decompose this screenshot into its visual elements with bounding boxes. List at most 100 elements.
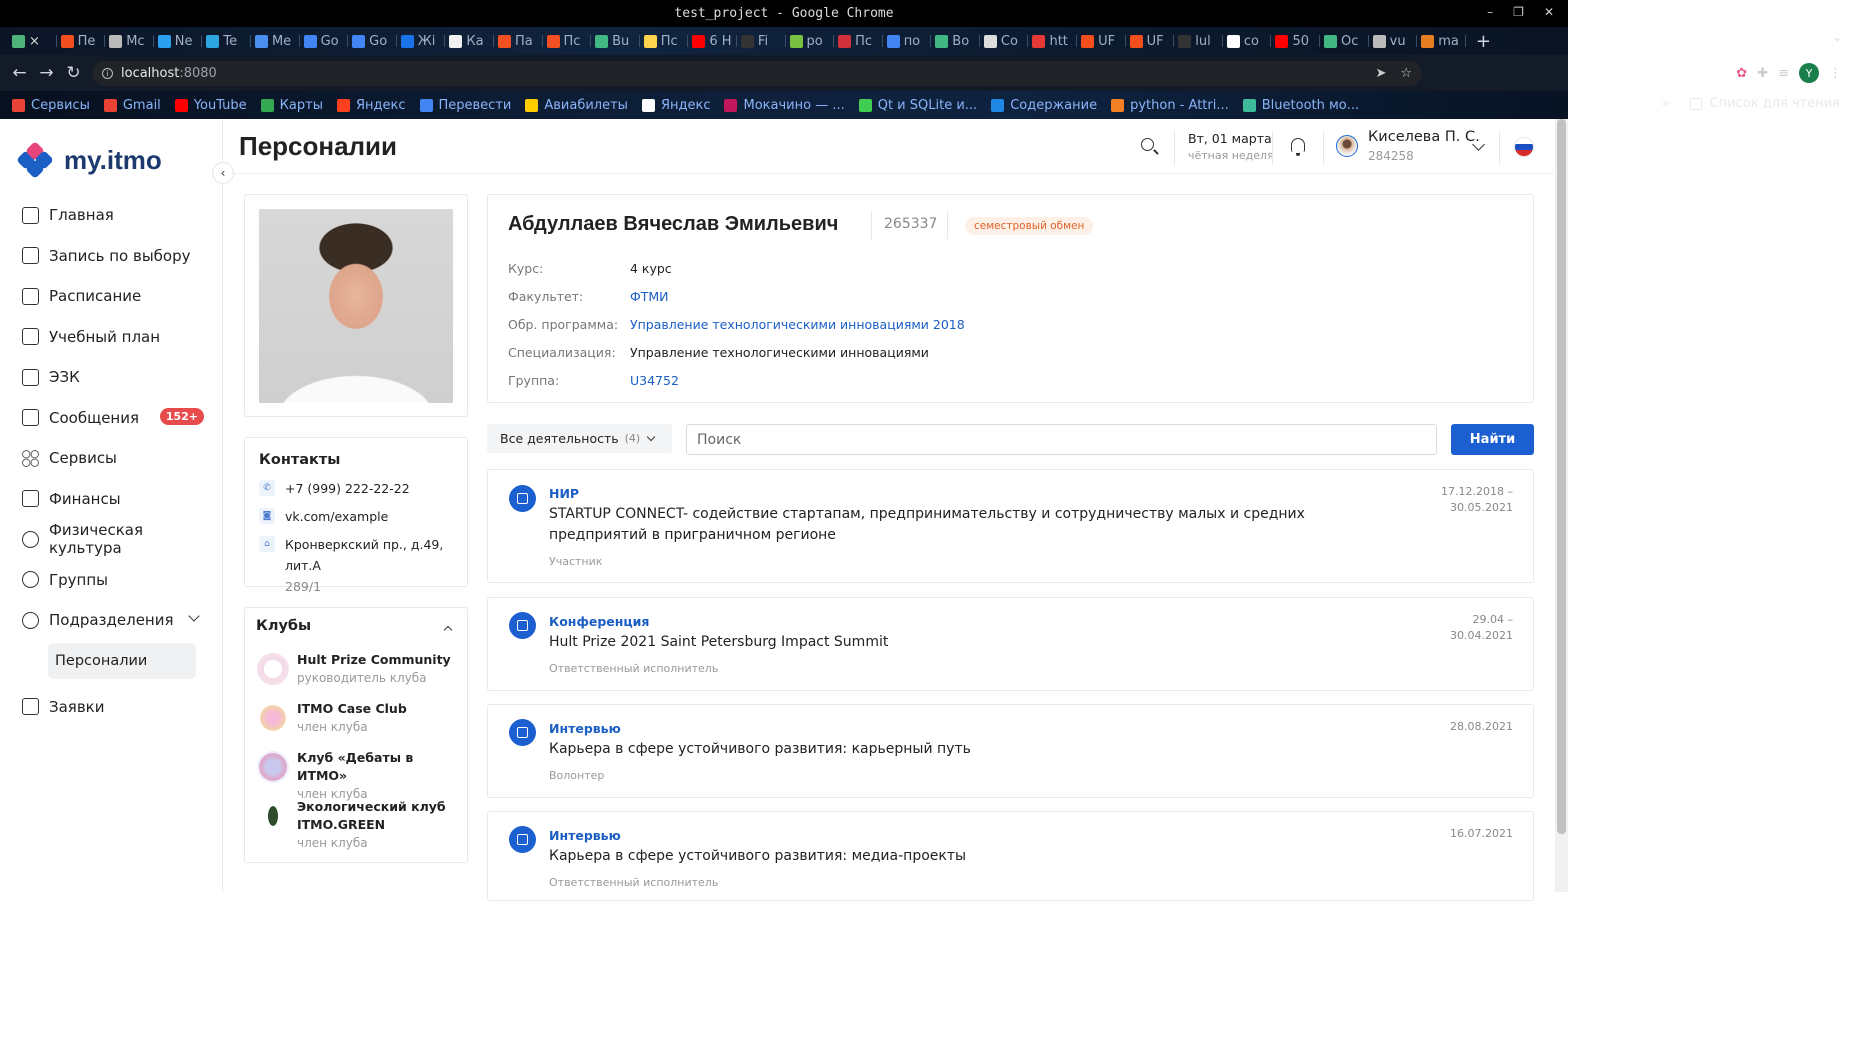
activity-card[interactable]: НИР STARTUP CONNECT- содействие стартапа… [487,469,1534,583]
browser-tab[interactable]: Me [251,29,300,53]
sidebar-collapse-button[interactable]: ‹ [212,162,234,184]
browser-tab[interactable]: Мс [105,29,154,53]
activity-type[interactable]: Интервью [549,721,621,736]
nav-item-finance[interactable]: Финансы [22,479,204,520]
browser-tab[interactable]: ma [1417,29,1466,53]
nav-item-curriculum[interactable]: Учебный план [22,317,204,358]
bookmark-item[interactable]: Яндекс [641,98,725,113]
browser-tab[interactable]: co [1223,29,1272,53]
club-item[interactable]: Клуб «Дебаты в ИТМО» член клуба [257,749,457,803]
nav-item-groups[interactable]: Группы [22,560,204,601]
nav-item-departments[interactable]: Подразделения [22,600,204,641]
browser-tab[interactable]: 50 [1271,29,1320,53]
group-link[interactable]: U34752 [630,373,679,388]
browser-tab[interactable]: по [883,29,932,53]
program-link[interactable]: Управление технологическими инновациями … [630,317,965,332]
bookmark-item[interactable]: Gmail [103,98,175,113]
bookmark-item[interactable]: Авиабилеты [525,98,642,113]
bookmark-item[interactable]: Содержание [991,98,1111,113]
browser-tab[interactable]: Жі [397,29,446,53]
nav-item-elective[interactable]: Запись по выбору [22,236,204,277]
browser-tab[interactable]: Ка [445,29,494,53]
app-logo[interactable]: my.itmo [16,141,162,179]
nav-item-messages[interactable]: Сообщения 152+ [22,398,204,439]
activity-card[interactable]: Интервью Карьера в сфере устойчивого раз… [487,704,1534,798]
activity-type[interactable]: Интервью [549,828,621,843]
browser-tab[interactable]: Пс [543,29,592,53]
browser-tab[interactable]: lul [1174,29,1223,53]
contact-phone[interactable]: ✆ +7 (999) 222-22-22 [259,478,459,499]
bookmark-item[interactable]: YouTube [174,98,261,113]
media-control-icon[interactable]: ≡ [1778,66,1789,81]
browser-tab[interactable]: Go [300,29,349,53]
send-tab-icon[interactable]: ➤ [1375,66,1386,81]
search-input[interactable] [686,424,1437,455]
bookmark-item[interactable]: Перевести [419,98,526,113]
user-name[interactable]: Киселева П. С. [1368,129,1480,145]
browser-tab[interactable]: Пс [834,29,883,53]
club-item[interactable]: Экологический клуб ITMO.GREEN член клуба [257,798,457,852]
avatar[interactable] [1336,135,1358,157]
browser-tab[interactable]: ро [786,29,835,53]
browser-tab[interactable]: UF [1077,29,1126,53]
bookmark-star-icon[interactable]: ☆ [1400,66,1412,81]
chevron-up-icon[interactable] [443,625,453,635]
find-button[interactable]: Найти [1451,424,1534,455]
bookmark-item[interactable]: Мокачино — ... [724,98,858,113]
maximize-button[interactable]: ❐ [1513,5,1524,19]
page-scrollbar[interactable] [1555,119,1568,892]
profile-avatar[interactable]: Y [1799,63,1819,83]
browser-tab[interactable]: Oc [1320,29,1369,53]
browser-tab[interactable]: Go [348,29,397,53]
bookmark-item[interactable]: Яндекс [336,98,420,113]
tab-search-icon[interactable]: ⌄ [1833,31,1842,44]
activity-filter-dropdown[interactable]: Все деятельность (4) [487,424,672,453]
minimize-button[interactable]: – [1487,5,1493,19]
reading-list-button[interactable]: » Список для чтения [1662,96,1840,111]
language-flag-icon[interactable] [1514,137,1534,157]
browser-tab[interactable]: Co [980,29,1029,53]
browser-tab[interactable]: htt [1028,29,1077,53]
bookmark-item[interactable]: Bluetooth мо... [1242,98,1373,113]
bookmark-item[interactable]: python - Attri... [1111,98,1243,113]
back-button[interactable]: ← [6,63,33,83]
browser-tab[interactable]: Па [494,29,543,53]
scrollbar-thumb[interactable] [1557,119,1566,834]
browser-tab[interactable]: Fi [737,29,786,53]
activity-card[interactable]: Конференция Hult Prize 2021 Saint Peters… [487,597,1534,691]
bookmark-item[interactable]: Карты [260,98,337,113]
browser-tab[interactable]: Te [202,29,251,53]
site-info-icon[interactable]: i [102,68,113,79]
contact-vk[interactable]: ◙ vk.com/example [259,506,459,527]
chrome-menu-icon[interactable]: ⋮ [1829,66,1842,81]
bookmark-item[interactable]: Сервисы [12,98,104,113]
address-bar[interactable]: i localhost:8080 ➤ ☆ [92,61,1422,86]
reload-button[interactable]: ↻ [60,63,87,83]
activity-type[interactable]: НИР [549,486,579,501]
search-icon[interactable] [1140,137,1160,157]
browser-tab[interactable]: vu [1369,29,1418,53]
nav-item-sport[interactable]: Физическая культура [22,519,204,560]
close-window-button[interactable]: ✕ [1544,5,1554,19]
club-item[interactable]: ITMO Case Club член клуба [257,700,457,736]
forward-button[interactable]: → [33,63,60,83]
bookmarks-more-icon[interactable]: » [1662,96,1670,111]
activity-type[interactable]: Конференция [549,614,649,629]
browser-tab[interactable]: Bu [591,29,640,53]
nav-item-services[interactable]: Сервисы [22,438,204,479]
nav-item-requests[interactable]: Заявки [22,687,204,728]
nav-item-ezk[interactable]: ЭЗК [22,357,204,398]
browser-tab[interactable]: Во [931,29,980,53]
new-tab-button[interactable]: + [1476,31,1491,52]
browser-tab[interactable]: × [8,29,57,53]
browser-tab[interactable]: Пс [640,29,689,53]
bell-icon[interactable] [1290,137,1306,156]
browser-tab[interactable]: 6 Н [688,29,737,53]
browser-tab[interactable]: Ne [154,29,203,53]
browser-tab[interactable]: UF [1126,29,1175,53]
bookmark-item[interactable]: Qt и SQLite и... [858,98,991,113]
extension-icon[interactable]: ✿ [1736,66,1747,81]
nav-subitem-personalities[interactable]: Персоналии [48,642,196,679]
nav-item-schedule[interactable]: Расписание [22,276,204,317]
activity-card[interactable]: Интервью Карьера в сфере устойчивого раз… [487,811,1534,901]
